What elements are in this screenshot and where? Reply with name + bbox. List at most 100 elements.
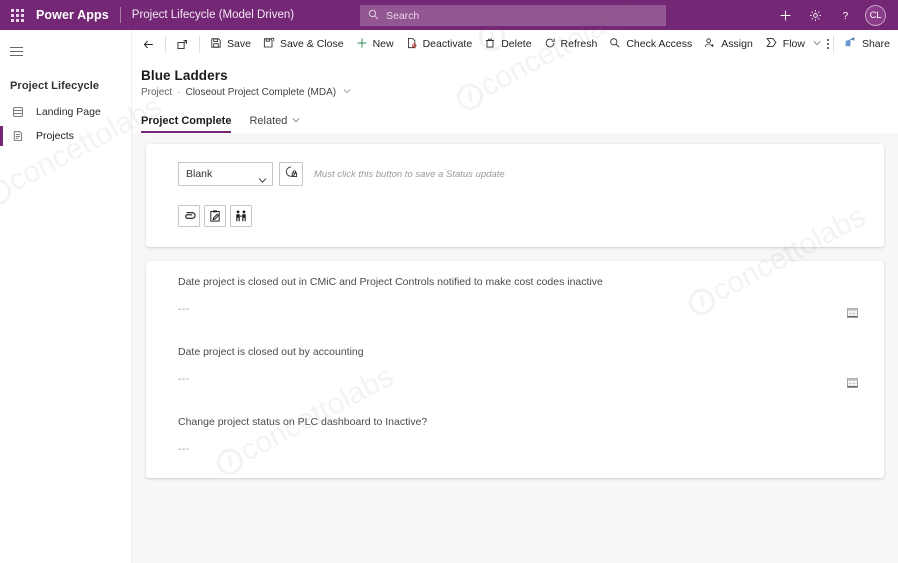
breadcrumb-separator: · bbox=[177, 87, 181, 98]
people-team-icon[interactable] bbox=[230, 205, 252, 227]
field-label: Change project status on PLC dashboard t… bbox=[178, 416, 428, 428]
app-name-label[interactable]: Project Lifecycle (Model Driven) bbox=[132, 9, 294, 21]
command-label: Refresh bbox=[560, 37, 598, 50]
status-hint-text: Must click this button to save a Status … bbox=[314, 168, 505, 180]
breadcrumb: Project · Closeout Project Complete (MDA… bbox=[141, 87, 898, 98]
deactivate-button[interactable]: Deactivate bbox=[400, 31, 479, 57]
status-row: Blank Must click this button to save a S… bbox=[146, 162, 884, 186]
save-icon bbox=[210, 37, 222, 52]
sidebar-item-landing-page[interactable]: Landing Page bbox=[0, 100, 131, 124]
save-button[interactable]: Save bbox=[204, 31, 257, 57]
field-value[interactable]: --- bbox=[178, 443, 190, 455]
command-bar: Save Save & Close New Deactivate Delete … bbox=[132, 30, 898, 58]
delete-button[interactable]: Delete bbox=[478, 31, 537, 57]
check-access-icon bbox=[609, 37, 621, 52]
svg-text:?: ? bbox=[842, 10, 848, 21]
command-label: Delete bbox=[501, 37, 532, 50]
field-row: Date project is closed out in CMiC and P… bbox=[146, 275, 884, 322]
sidebar-item-label: Projects bbox=[36, 130, 74, 142]
field-value-wrapper[interactable]: --- bbox=[178, 436, 884, 462]
sidebar-group-header: Project Lifecycle bbox=[10, 80, 100, 92]
sidebar-item-label: Landing Page bbox=[36, 106, 101, 118]
app-shell: Project Lifecycle Landing Page Projects … bbox=[0, 30, 898, 563]
paperclip-attach-icon[interactable] bbox=[178, 205, 200, 227]
form-tabs: Project Complete Related bbox=[141, 109, 898, 133]
refresh-button[interactable]: Refresh bbox=[538, 31, 604, 57]
status-select-wrapper: Blank bbox=[178, 162, 273, 186]
field-value[interactable]: --- bbox=[178, 373, 190, 385]
waffle-grid-icon[interactable] bbox=[6, 4, 28, 26]
save-and-close-icon bbox=[263, 37, 275, 52]
status-icon-button-row bbox=[146, 205, 884, 227]
divider bbox=[119, 7, 121, 23]
divider bbox=[832, 35, 834, 53]
tab-project-complete[interactable]: Project Complete bbox=[141, 115, 240, 133]
field-label: Date project is closed out by accounting bbox=[178, 346, 364, 358]
save-and-close-button[interactable]: Save & Close bbox=[257, 31, 350, 57]
sidebar-item-projects[interactable]: Projects bbox=[0, 124, 131, 148]
field-row: Date project is closed out by accounting… bbox=[146, 345, 884, 392]
divider bbox=[165, 35, 166, 53]
chevron-down-icon[interactable] bbox=[343, 87, 351, 98]
command-label: Assign bbox=[721, 37, 753, 50]
tab-related[interactable]: Related bbox=[249, 115, 309, 133]
hamburger-menu-icon[interactable] bbox=[0, 36, 32, 66]
clipboard-edit-icon[interactable] bbox=[204, 205, 226, 227]
assign-button[interactable]: Assign bbox=[698, 31, 759, 57]
command-label: Check Access bbox=[626, 37, 693, 50]
app-bar: Power Apps Project Lifecycle (Model Driv… bbox=[0, 0, 898, 30]
command-label: Save bbox=[227, 37, 251, 50]
breadcrumb-current[interactable]: Closeout Project Complete (MDA) bbox=[185, 87, 336, 98]
back-button[interactable] bbox=[136, 31, 161, 57]
brand-label[interactable]: Power Apps bbox=[36, 8, 109, 22]
breadcrumb-entity[interactable]: Project bbox=[141, 87, 172, 98]
command-label: New bbox=[372, 37, 394, 50]
page-title: Blue Ladders bbox=[141, 68, 228, 83]
field-row: Change project status on PLC dashboard t… bbox=[146, 415, 884, 462]
sidebar: Project Lifecycle Landing Page Projects bbox=[0, 30, 132, 563]
kebab-more-icon[interactable] bbox=[826, 31, 829, 57]
status-select[interactable]: Blank bbox=[178, 162, 273, 186]
divider bbox=[199, 35, 200, 53]
flow-button[interactable]: Flow bbox=[759, 31, 827, 57]
project-list-icon bbox=[10, 128, 26, 144]
status-card: Blank Must click this button to save a S… bbox=[146, 144, 884, 247]
check-access-button[interactable]: Check Access bbox=[603, 31, 698, 57]
calendar-icon[interactable] bbox=[844, 374, 860, 390]
dashboard-icon bbox=[10, 104, 26, 120]
tab-label: Related bbox=[249, 115, 288, 127]
plus-icon[interactable] bbox=[770, 0, 800, 30]
flow-icon bbox=[765, 36, 778, 52]
gear-icon[interactable] bbox=[800, 0, 830, 30]
search-placeholder: Search bbox=[386, 9, 420, 22]
command-label: Deactivate bbox=[422, 37, 473, 50]
command-label: Save & Close bbox=[279, 37, 344, 50]
save-status-icon bbox=[284, 165, 298, 184]
question-mark-icon[interactable]: ? bbox=[830, 0, 860, 30]
open-in-new-window-icon[interactable] bbox=[170, 31, 195, 57]
chevron-down-icon bbox=[292, 115, 300, 127]
command-label: Share bbox=[861, 37, 890, 50]
field-label: Date project is closed out in CMiC and P… bbox=[178, 276, 603, 288]
assign-user-icon bbox=[704, 37, 716, 52]
search-icon bbox=[368, 7, 379, 25]
field-value[interactable]: --- bbox=[178, 303, 190, 315]
main-region: Save Save & Close New Deactivate Delete … bbox=[132, 30, 898, 563]
field-value-wrapper[interactable]: --- bbox=[178, 296, 884, 322]
search-box[interactable]: Search bbox=[360, 5, 666, 26]
form-header: Blue Ladders Project · Closeout Project … bbox=[132, 58, 898, 133]
detail-card: Date project is closed out in CMiC and P… bbox=[146, 261, 884, 478]
command-label: Flow bbox=[782, 37, 805, 50]
share-button[interactable]: Share bbox=[838, 31, 898, 57]
plus-icon bbox=[356, 37, 368, 52]
field-value-wrapper[interactable]: --- bbox=[178, 366, 884, 392]
share-icon bbox=[844, 36, 857, 52]
save-status-button[interactable] bbox=[279, 162, 303, 186]
calendar-icon[interactable] bbox=[844, 304, 860, 320]
new-button[interactable]: New bbox=[350, 31, 400, 57]
chevron-down-icon bbox=[813, 38, 821, 50]
deactivate-icon bbox=[406, 37, 418, 52]
trash-icon bbox=[484, 37, 496, 52]
avatar[interactable]: CL bbox=[865, 4, 886, 26]
form-content: Blank Must click this button to save a S… bbox=[132, 133, 898, 563]
